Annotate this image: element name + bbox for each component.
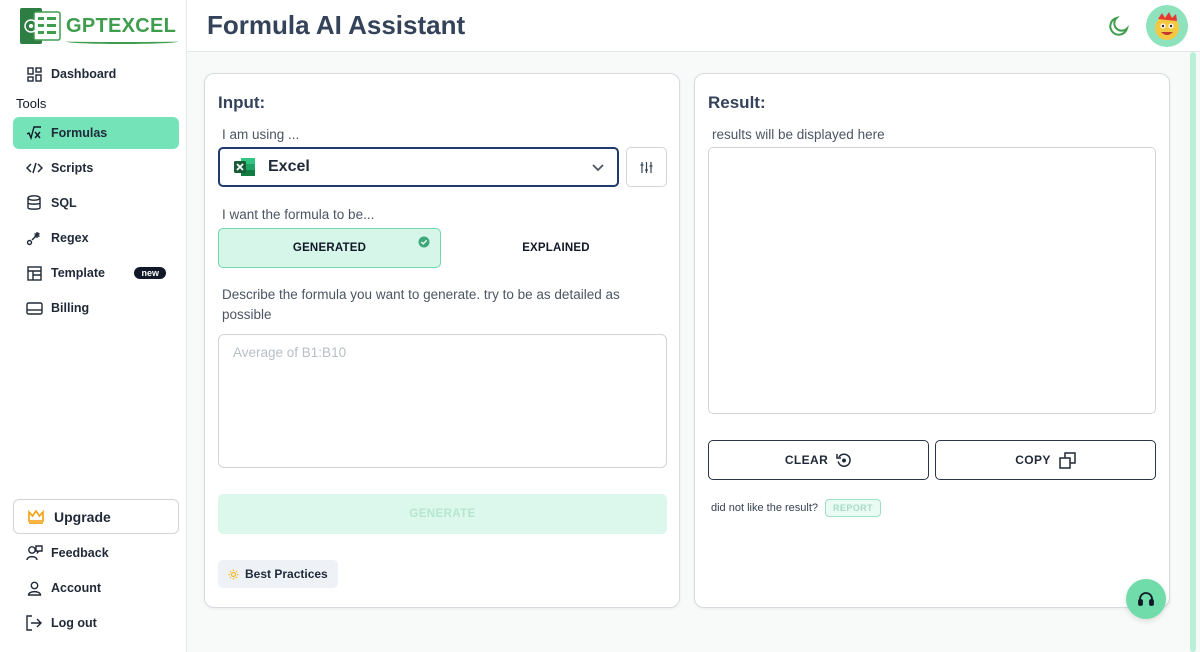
- mode-explained-label: EXPLAINED: [522, 242, 590, 254]
- code-icon: [25, 159, 43, 177]
- sidebar-item-template[interactable]: Template new: [13, 257, 179, 289]
- sqrt-icon: [25, 124, 43, 142]
- sidebar-item-sql[interactable]: SQL: [13, 187, 179, 219]
- report-button[interactable]: REPORT: [825, 499, 881, 517]
- feedback-icon: [25, 544, 43, 562]
- excel-icon: [234, 157, 256, 177]
- sidebar-item-label: Feedback: [51, 546, 109, 560]
- formula-description-input[interactable]: [218, 334, 667, 468]
- database-icon: [25, 194, 43, 212]
- scrollbar[interactable]: [1190, 52, 1196, 652]
- best-practices-button[interactable]: Best Practices: [218, 560, 338, 588]
- sliders-icon: [640, 161, 653, 174]
- using-label: I am using ...: [222, 127, 300, 142]
- sidebar-item-dashboard[interactable]: Dashboard: [13, 58, 179, 90]
- sidebar-item-label: Regex: [51, 231, 89, 245]
- mode-explained-button[interactable]: EXPLAINED: [445, 228, 667, 268]
- copy-icon: [1059, 451, 1076, 469]
- app-select[interactable]: Excel: [218, 147, 619, 187]
- result-card-title: Result:: [708, 93, 766, 112]
- support-chat-button[interactable]: [1126, 579, 1166, 619]
- avatar[interactable]: [1146, 5, 1188, 47]
- headset-icon: [1137, 590, 1155, 608]
- card-icon: [25, 299, 43, 317]
- check-circle-icon: [418, 236, 430, 251]
- sidebar-item-label: Log out: [51, 616, 97, 630]
- sidebar-item-label: Template: [51, 266, 105, 280]
- sidebar-item-scripts[interactable]: Scripts: [13, 152, 179, 184]
- copy-button[interactable]: COPY: [935, 440, 1156, 480]
- new-badge: new: [134, 267, 166, 279]
- feedback-question: did not like the result?: [711, 502, 819, 514]
- result-hint: results will be displayed here: [712, 127, 885, 142]
- describe-label: Describe the formula you want to generat…: [222, 287, 620, 322]
- sidebar-item-label: Dashboard: [51, 67, 117, 81]
- sidebar-item-logout[interactable]: Log out: [13, 607, 179, 639]
- input-card: Input: I am using ... Excel I want the f…: [204, 73, 680, 608]
- sidebar-item-billing[interactable]: Billing: [13, 292, 179, 324]
- dark-mode-toggle-moon-icon[interactable]: [1107, 14, 1131, 43]
- clear-label: CLEAR: [784, 453, 829, 467]
- sidebar-item-label: Formulas: [51, 126, 108, 140]
- tools-section-label: Tools: [16, 96, 47, 111]
- sidebar-item-label: SQL: [51, 196, 77, 210]
- sidebar-item-account[interactable]: Account: [13, 572, 179, 604]
- result-card: Result: results will be displayed here C…: [694, 73, 1170, 608]
- result-output-area[interactable]: [708, 147, 1156, 414]
- sidebar: GPTEXCEL Dashboard Tools Formulas Script…: [0, 0, 187, 652]
- upgrade-label: Upgrade: [54, 508, 111, 525]
- reset-icon: [836, 452, 852, 468]
- regex-icon: [25, 229, 43, 247]
- clear-button[interactable]: CLEAR: [708, 440, 929, 480]
- page-title: Formula AI Assistant: [207, 10, 466, 40]
- mode-generated-button[interactable]: GENERATED: [218, 228, 441, 268]
- logo[interactable]: GPTEXCEL: [20, 6, 179, 46]
- excel-logo-icon: [20, 6, 62, 46]
- upgrade-button[interactable]: Upgrade: [13, 499, 179, 534]
- sidebar-item-formulas[interactable]: Formulas: [13, 117, 179, 149]
- sidebar-item-feedback[interactable]: Feedback: [13, 537, 179, 569]
- selected-app: Excel: [268, 158, 310, 175]
- template-icon: [25, 264, 43, 282]
- lightbulb-icon: [228, 569, 239, 580]
- best-practices-label: Best Practices: [245, 567, 328, 581]
- chevron-down-icon: [591, 160, 605, 179]
- user-icon: [25, 579, 43, 597]
- sidebar-item-label: Account: [51, 581, 101, 595]
- mode-label: I want the formula to be...: [222, 207, 375, 222]
- sidebar-item-label: Scripts: [51, 161, 94, 175]
- settings-button[interactable]: [626, 147, 667, 187]
- sidebar-item-label: Billing: [51, 301, 90, 315]
- sidebar-item-regex[interactable]: Regex: [13, 222, 179, 254]
- generate-button[interactable]: GENERATE: [218, 494, 667, 534]
- brand-name: GPTEXCEL: [66, 14, 179, 44]
- mode-generated-label: GENERATED: [292, 242, 367, 254]
- copy-label: COPY: [1015, 453, 1051, 467]
- crown-icon: [28, 509, 44, 524]
- input-card-title: Input:: [218, 93, 266, 112]
- top-header: Formula AI Assistant: [187, 0, 1200, 52]
- logout-icon: [25, 614, 43, 632]
- dashboard-icon: [25, 65, 43, 83]
- feedback-row: did not like the result? REPORT: [711, 499, 881, 517]
